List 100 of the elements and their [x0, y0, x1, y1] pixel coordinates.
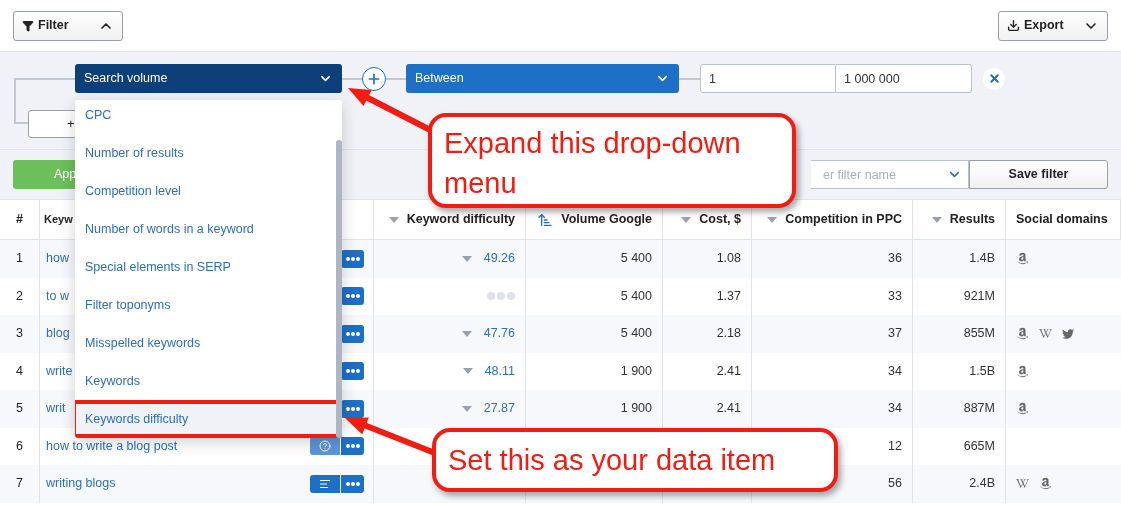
table-cell-text: 887M	[963, 400, 995, 418]
more-button[interactable]	[341, 437, 364, 456]
add-condition-button[interactable]	[362, 66, 386, 91]
keyword-link[interactable]: write	[46, 361, 73, 381]
letter-w-icon	[1016, 477, 1029, 491]
column-header[interactable]: Cost, $	[699, 210, 741, 229]
filter-button[interactable]: Filter	[13, 10, 123, 41]
row-number: 3	[16, 325, 23, 343]
table-cell-text: 665M	[963, 437, 995, 455]
letter-a-icon	[1039, 477, 1052, 491]
ellipsis-icon	[345, 481, 360, 486]
caret-down-icon	[461, 405, 472, 412]
from-input[interactable]: 1	[700, 64, 836, 93]
table-cell-text: 2.41	[716, 362, 741, 380]
table-cell-text: 34	[888, 400, 902, 418]
letter-a-icon	[1016, 327, 1029, 341]
letter-a-icon	[1016, 252, 1029, 266]
table-cell-text: 37	[888, 325, 902, 343]
letter-a-icon	[1016, 402, 1029, 416]
keyword-link[interactable]: how	[46, 249, 69, 269]
row-number: 7	[16, 475, 23, 493]
more-button[interactable]	[341, 249, 364, 268]
row-number: 4	[16, 362, 23, 380]
bird-icon	[1062, 327, 1074, 340]
field-select[interactable]: Search volume	[75, 64, 342, 93]
help-button[interactable]	[310, 437, 340, 456]
to-input[interactable]: 1 000 000	[836, 64, 972, 93]
caret-down-icon	[461, 255, 472, 262]
table-cell-text: 5 400	[620, 325, 652, 343]
sort-ascending-icon[interactable]	[537, 211, 554, 228]
dropdown-item[interactable]: Keywords	[75, 362, 334, 400]
table-cell-text: 855M	[963, 325, 995, 343]
table-cell-text: 56	[888, 475, 902, 493]
table-cell-text: 1 900	[620, 362, 652, 380]
operator-select[interactable]: Between	[406, 64, 679, 93]
download-icon	[1007, 19, 1020, 32]
keyword-link[interactable]: how to write a blog post	[46, 436, 178, 456]
more-button[interactable]	[341, 362, 364, 381]
letter-a-icon	[1016, 364, 1029, 378]
table-cell-text: 5 400	[620, 287, 652, 305]
ellipsis-icon	[345, 256, 360, 261]
dropdown-item[interactable]: Misspelled keywords	[75, 324, 334, 362]
list-button[interactable]	[310, 474, 340, 493]
scrollbar[interactable]	[336, 140, 342, 438]
question-icon	[319, 440, 331, 453]
keyword-link[interactable]: writing blogs	[46, 474, 116, 494]
row-number: 5	[16, 400, 23, 418]
sort-caret-icon	[931, 216, 942, 223]
column-header[interactable]: Results	[949, 210, 995, 229]
caret-down-icon	[461, 330, 472, 337]
column-header[interactable]: #	[16, 210, 23, 229]
sort-caret-icon	[681, 216, 692, 223]
dropdown-item[interactable]: CPC	[75, 100, 334, 134]
sort-caret-icon	[767, 216, 778, 223]
save-filter-button[interactable]: Save filter	[969, 160, 1108, 189]
column-header[interactable]: Social domains	[1016, 210, 1108, 229]
more-button[interactable]	[341, 287, 364, 306]
table-cell-text: 1.4B	[969, 250, 995, 268]
column-header[interactable]: Volume Google	[561, 210, 652, 229]
keyword-link[interactable]: writ	[46, 399, 66, 419]
table-cell-text: 2.18	[716, 325, 741, 343]
column-header[interactable]: Keyword difficulty	[406, 210, 515, 229]
ellipsis-icon	[345, 406, 360, 411]
close-icon	[987, 72, 1001, 85]
table-cell-text: 34	[888, 362, 902, 380]
row-number: 2	[16, 287, 23, 305]
table-cell-text: 12	[888, 437, 902, 455]
more-button[interactable]	[341, 399, 364, 418]
difficulty-value[interactable]: 48.11	[484, 361, 515, 381]
dropdown-item[interactable]: Special elements in SERP	[75, 248, 334, 286]
difficulty-value[interactable]: 27.87	[483, 399, 515, 419]
difficulty-value[interactable]: 49.26	[483, 249, 515, 269]
dropdown-item[interactable]: Number of words in a keyword	[75, 210, 334, 248]
keyword-link[interactable]: to w	[46, 286, 69, 306]
more-button[interactable]	[341, 324, 364, 343]
table-cell-text: 5 400	[620, 250, 652, 268]
table-cell-text: 1.37	[716, 287, 741, 305]
remove-button[interactable]	[983, 67, 1005, 90]
ellipsis-icon	[345, 294, 360, 299]
column-header[interactable]: Keyw	[44, 211, 73, 228]
ellipsis-icon	[345, 369, 360, 374]
filter-name-field[interactable]: er filter name	[811, 160, 941, 189]
ellipsis-icon	[345, 444, 360, 449]
table-cell-text: 1 900	[620, 400, 652, 418]
table-cell-text: 33	[888, 287, 902, 305]
table-cell-text: 36	[888, 250, 902, 268]
callout-text: Expand this drop-down menu	[444, 127, 741, 199]
table-cell-text: 2.41	[716, 400, 741, 418]
more-button[interactable]	[341, 474, 364, 493]
export-button[interactable]: Export	[998, 10, 1108, 41]
lines-icon	[319, 477, 331, 490]
table-cell-text: 1.08	[716, 250, 741, 268]
row-number: 1	[16, 250, 23, 268]
table-cell-text: 1.5B	[969, 362, 995, 380]
column-header[interactable]: Competition in PPC	[785, 210, 902, 229]
dropdown-item[interactable]: Filter toponyms	[75, 286, 334, 324]
sort-caret-icon	[388, 216, 399, 223]
keyword-link[interactable]: blog	[46, 324, 70, 344]
difficulty-value[interactable]: 47.76	[483, 324, 515, 344]
letter-w-icon	[1039, 327, 1052, 341]
